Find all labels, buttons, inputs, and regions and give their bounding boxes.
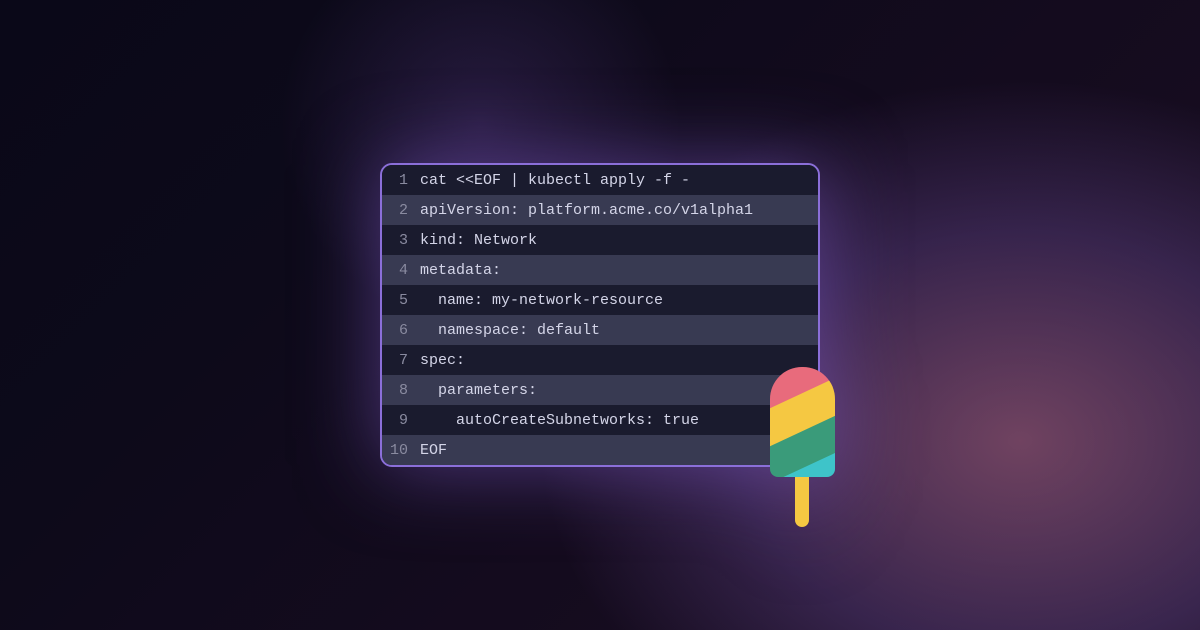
line-number: 8 (382, 382, 420, 399)
line-number: 1 (382, 172, 420, 189)
line-number: 7 (382, 352, 420, 369)
line-content: apiVersion: platform.acme.co/v1alpha1 (420, 202, 773, 219)
code-block-wrapper: 1 cat <<EOF | kubectl apply -f - 2 apiVe… (380, 163, 820, 467)
line-number: 2 (382, 202, 420, 219)
popsicle-body (770, 367, 835, 477)
line-number: 5 (382, 292, 420, 309)
code-line: 7 spec: (382, 345, 818, 375)
code-line: 1 cat <<EOF | kubectl apply -f - (382, 165, 818, 195)
line-content: cat <<EOF | kubectl apply -f - (420, 172, 710, 189)
code-line: 5 name: my-network-resource (382, 285, 818, 315)
line-content: name: my-network-resource (420, 292, 683, 309)
popsicle-icon (770, 367, 850, 547)
line-content: kind: Network (420, 232, 557, 249)
code-line: 8 parameters: (382, 375, 818, 405)
line-content: EOF (420, 442, 467, 459)
code-line: 6 namespace: default (382, 315, 818, 345)
line-number: 3 (382, 232, 420, 249)
line-number: 10 (382, 442, 420, 459)
line-content: parameters: (420, 382, 557, 399)
line-number: 9 (382, 412, 420, 429)
code-line: 10 EOF (382, 435, 818, 465)
code-line: 4 metadata: (382, 255, 818, 285)
line-number: 4 (382, 262, 420, 279)
code-line: 9 autoCreateSubnetworks: true (382, 405, 818, 435)
code-line: 3 kind: Network (382, 225, 818, 255)
line-content: metadata: (420, 262, 521, 279)
line-content: namespace: default (420, 322, 620, 339)
code-line: 2 apiVersion: platform.acme.co/v1alpha1 (382, 195, 818, 225)
line-content: spec: (420, 352, 485, 369)
line-number: 6 (382, 322, 420, 339)
line-content: autoCreateSubnetworks: true (420, 412, 719, 429)
code-block: 1 cat <<EOF | kubectl apply -f - 2 apiVe… (380, 163, 820, 467)
popsicle-stick (795, 477, 809, 527)
